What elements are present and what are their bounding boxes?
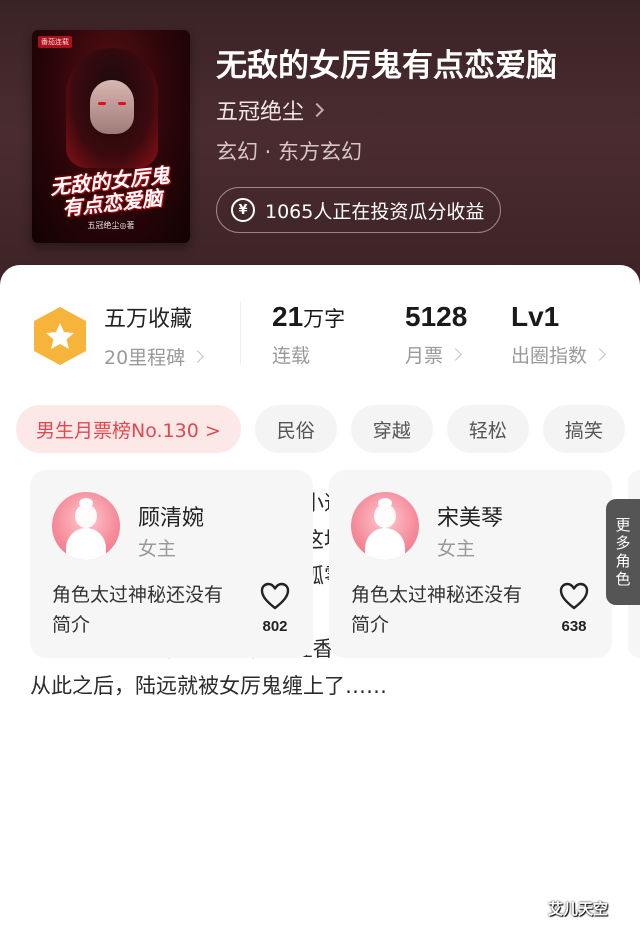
character-card[interactable]: 宋美琴 女主 角色太过神秘还没有简介 638 [329, 470, 612, 658]
tickets-sub: 月票 [405, 341, 467, 368]
book-cover[interactable]: 番茄连载 无敌的女厉鬼 有点恋爱脑 五冠绝尘◎著 [32, 30, 190, 243]
chevron-right-icon [191, 350, 205, 363]
yen-coin-icon: ¥ [231, 198, 255, 222]
collect-sub-label: 20里程碑 [104, 347, 186, 369]
character-avatar [52, 492, 120, 560]
heart-icon [559, 582, 589, 610]
cover-badge: 番茄连载 [38, 36, 72, 48]
cover-art-eye [118, 102, 126, 105]
character-role: 女主 [138, 538, 177, 560]
character-avatar [351, 492, 419, 560]
stats-divider [240, 301, 241, 365]
author-name: 五冠绝尘 [216, 100, 305, 125]
character-card[interactable]: 顾清婉 女主 角色太过神秘还没有简介 802 [30, 470, 313, 658]
heart-icon [260, 582, 290, 610]
chevron-right-icon [593, 348, 606, 361]
collect-sub: 20里程碑 [104, 343, 205, 370]
stat-tickets[interactable]: 5128 月票 [405, 301, 467, 368]
author-link[interactable]: 五冠绝尘 [216, 94, 325, 126]
invest-button[interactable]: ¥ 1065人正在投资瓜分收益 [216, 187, 502, 233]
book-header: 番茄连载 无敌的女厉鬼 有点恋爱脑 五冠绝尘◎著 无敌的女厉鬼有点恋爱脑 五冠绝… [0, 0, 640, 300]
stat-collect[interactable]: 五万收藏 20里程碑 [104, 301, 205, 370]
stat-words: 21万字 连载 [272, 301, 345, 368]
like-button[interactable]: 638 [557, 582, 591, 635]
cover-author: 五冠绝尘◎著 [87, 221, 135, 230]
like-count: 802 [262, 618, 288, 635]
tag-rank[interactable]: 男生月票榜No.130 > [16, 405, 241, 453]
character-name: 顾清婉 [138, 506, 205, 531]
words-num: 21 [272, 301, 304, 332]
tag-item[interactable]: 穿越 [350, 405, 433, 453]
book-genre: 玄幻 · 东方玄幻 [216, 140, 363, 164]
words-sub: 连载 [272, 345, 311, 367]
tag-item[interactable]: 搞笑 [542, 405, 625, 453]
star-badge-icon [32, 305, 88, 367]
level-sub-label: 出圈指数 [511, 345, 588, 367]
level-sub: 出圈指数 [511, 341, 606, 368]
character-desc: 角色太过神秘还没有简介 [351, 584, 523, 636]
more-roles-button[interactable]: 更多角色 [606, 499, 640, 605]
tickets-num: 5128 [405, 301, 468, 332]
like-button[interactable]: 802 [258, 582, 292, 635]
like-count: 638 [561, 618, 587, 635]
character-desc: 角色太过神秘还没有简介 [52, 584, 224, 636]
tickets-sub-label: 月票 [405, 345, 444, 367]
character-list: 顾清婉 女主 角色太过神秘还没有简介 802 宋美琴 女主 角色太过神秘还没有简… [30, 470, 612, 658]
tag-item[interactable]: 民俗 [254, 405, 337, 453]
character-name: 宋美琴 [437, 506, 504, 531]
collect-label: 五万收藏 [104, 307, 193, 332]
watermark: 艾儿天空 [548, 900, 609, 918]
book-title: 无敌的女厉鬼有点恋爱脑 [216, 48, 557, 84]
cover-art-eye [98, 102, 106, 105]
level-num: Lv1 [511, 301, 560, 332]
invest-label: 1065人正在投资瓜分收益 [265, 200, 485, 223]
chevron-right-icon [309, 102, 325, 118]
tag-item[interactable]: 轻松 [446, 405, 529, 453]
cover-title: 无敌的女厉鬼 有点恋爱脑 [34, 162, 188, 221]
words-unit: 万字 [303, 307, 346, 331]
stat-level[interactable]: Lv1 出圈指数 [511, 301, 606, 368]
cover-art-face [90, 80, 134, 134]
tag-list: 男生月票榜No.130 > 民俗 穿越 轻松 搞笑 [16, 405, 625, 453]
desc-line: 从此之后，陆远就被女厉鬼缠上了…… [30, 673, 387, 698]
character-role: 女主 [437, 538, 476, 560]
chevron-right-icon [449, 348, 462, 361]
